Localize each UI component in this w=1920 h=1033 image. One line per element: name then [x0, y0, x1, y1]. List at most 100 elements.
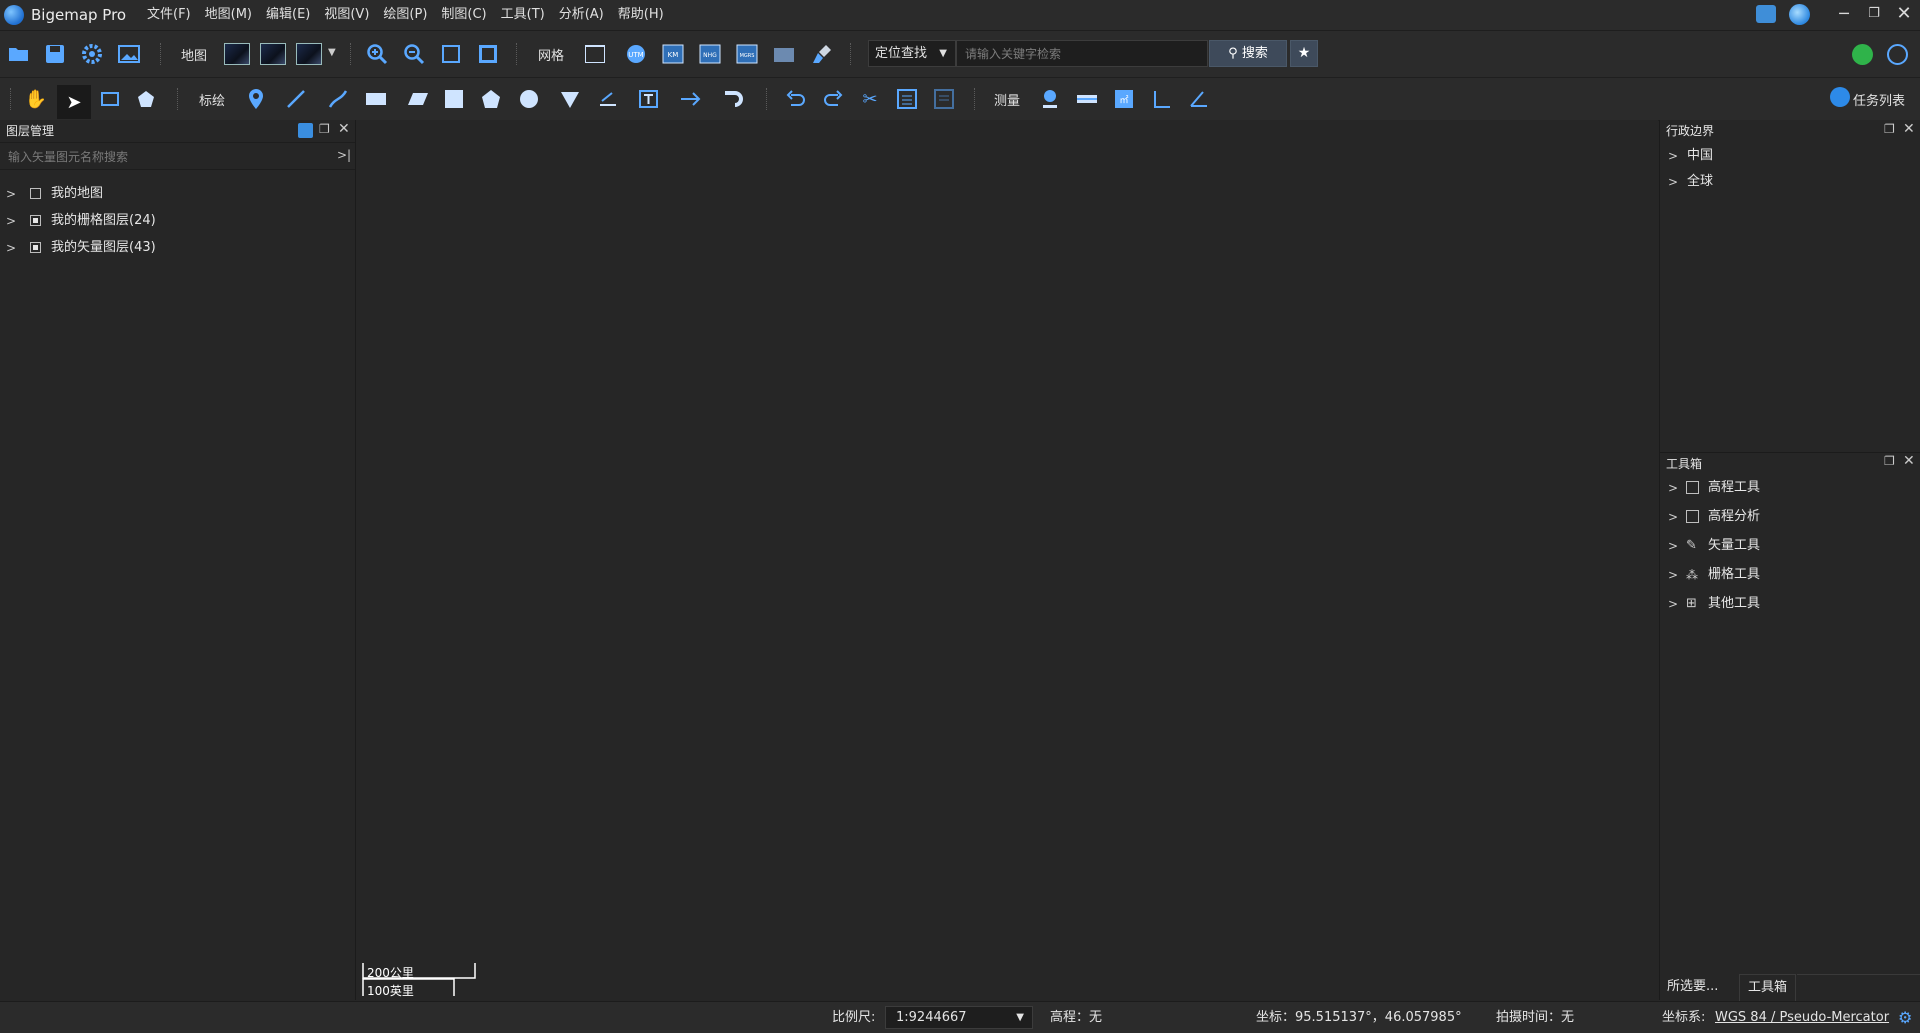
- zoom-extent-icon[interactable]: [437, 40, 465, 68]
- zoom-in-icon[interactable]: [363, 40, 391, 68]
- menu-tools[interactable]: 工具(T): [494, 0, 552, 30]
- curve-icon[interactable]: [324, 85, 352, 113]
- utm-grid-icon[interactable]: UTM: [622, 40, 650, 68]
- chevron-right-icon[interactable]: >: [1668, 592, 1678, 616]
- chevron-right-icon[interactable]: >: [1668, 534, 1678, 558]
- redo-icon[interactable]: [819, 85, 847, 113]
- float-panel-icon[interactable]: ❐: [1884, 454, 1895, 468]
- float-panel-icon[interactable]: ❐: [1884, 122, 1895, 136]
- settings-gear-icon[interactable]: [78, 40, 106, 68]
- search-button[interactable]: ⚲ 搜索: [1209, 40, 1287, 67]
- fullscreen-icon[interactable]: [474, 40, 502, 68]
- undo-icon[interactable]: [782, 85, 810, 113]
- attribute-table-icon[interactable]: [893, 85, 921, 113]
- sector-icon[interactable]: [556, 85, 584, 113]
- chevron-right-icon[interactable]: >: [1668, 144, 1678, 168]
- wechat-icon[interactable]: [1852, 44, 1873, 65]
- select-arrow-icon[interactable]: ➤: [57, 85, 91, 119]
- chevron-right-icon[interactable]: >: [1668, 563, 1678, 587]
- chevron-right-icon[interactable]: >: [1668, 170, 1678, 194]
- support-icon[interactable]: [1887, 44, 1908, 65]
- pentagon-icon[interactable]: [477, 85, 505, 113]
- menu-map[interactable]: 地图(M): [198, 0, 259, 30]
- curved-arrow-icon[interactable]: [719, 85, 747, 113]
- layer-search-input[interactable]: [6, 147, 330, 167]
- task-list-button[interactable]: 任务列表: [1853, 90, 1905, 109]
- zoom-out-icon[interactable]: [400, 40, 428, 68]
- nhg-grid-icon[interactable]: NHG: [696, 40, 724, 68]
- menu-draw[interactable]: 绘图(P): [376, 0, 434, 30]
- text-underline-icon[interactable]: [594, 85, 622, 113]
- circle-icon[interactable]: [515, 85, 543, 113]
- chevron-right-icon[interactable]: >: [6, 183, 16, 205]
- close-panel-icon[interactable]: ✕: [1903, 121, 1915, 137]
- save-icon[interactable]: [41, 40, 69, 68]
- map-canvas[interactable]: [356, 120, 1658, 1000]
- line-icon[interactable]: [282, 85, 310, 113]
- layer-panel: 图层管理 ❐ ✕ >| > 我的地图 > 我的栅格图层(24) > 我的矢量图层…: [0, 120, 356, 1000]
- square-icon[interactable]: [440, 85, 468, 113]
- tab-selection[interactable]: 所选要...: [1659, 974, 1726, 1000]
- close-panel-icon[interactable]: ✕: [1903, 453, 1915, 469]
- grid-toggle-icon[interactable]: [581, 40, 609, 68]
- scale-select[interactable]: 1:9244667 ▼: [885, 1006, 1033, 1029]
- select-rect-icon[interactable]: [96, 85, 124, 113]
- rectangle-icon[interactable]: [362, 85, 390, 113]
- measure-point-icon[interactable]: [1036, 85, 1064, 113]
- menu-cartography[interactable]: 制图(C): [434, 0, 493, 30]
- chevron-down-icon[interactable]: ▼: [328, 47, 336, 58]
- layer-checkbox[interactable]: [30, 188, 41, 199]
- search-input[interactable]: [956, 40, 1208, 67]
- crs-settings-icon[interactable]: ⚙: [1898, 1008, 1912, 1027]
- tab-toolbox[interactable]: 工具箱: [1739, 974, 1797, 1001]
- menu-view[interactable]: 视图(V): [317, 0, 376, 30]
- measure-angle-icon[interactable]: [1148, 85, 1176, 113]
- pan-hand-icon[interactable]: ✋: [22, 85, 50, 113]
- chevron-right-icon[interactable]: >: [6, 237, 16, 259]
- image-icon[interactable]: [115, 40, 143, 68]
- message-icon[interactable]: [1756, 5, 1776, 23]
- scissors-icon[interactable]: ✂: [856, 85, 884, 113]
- menu-edit[interactable]: 编辑(E): [259, 0, 317, 30]
- basemap-terrain-icon[interactable]: [259, 40, 287, 68]
- chevron-right-icon[interactable]: >: [1668, 476, 1678, 500]
- arrow-icon[interactable]: [677, 85, 705, 113]
- chevron-right-icon[interactable]: >: [1668, 505, 1678, 529]
- marker-icon[interactable]: [242, 85, 270, 113]
- folder-grid-icon[interactable]: [770, 40, 798, 68]
- close-panel-icon[interactable]: ✕: [338, 121, 350, 137]
- mgrs-grid-icon[interactable]: MGRS: [733, 40, 761, 68]
- clear-brush-icon[interactable]: [808, 40, 836, 68]
- task-list-icon[interactable]: [1830, 87, 1850, 107]
- layer-checkbox[interactable]: [30, 215, 41, 226]
- collapse-icon[interactable]: >|: [337, 148, 351, 162]
- right-panel: 行政边界 ❐ ✕ > 中国 > 全球 工具箱 ❐ ✕ > 高程工具 > 高程分析…: [1659, 120, 1920, 1000]
- favorite-star-icon[interactable]: ★: [1290, 40, 1318, 67]
- close-icon[interactable]: ✕: [1886, 0, 1920, 30]
- account-icon[interactable]: [1789, 4, 1810, 25]
- select-polygon-icon[interactable]: [132, 85, 160, 113]
- scale-metric-label: 200公里: [367, 966, 414, 980]
- parallelogram-icon[interactable]: [404, 85, 432, 113]
- km-grid-icon[interactable]: KM: [659, 40, 687, 68]
- search-type-select[interactable]: 定位查找 ▼: [868, 40, 956, 67]
- measure-azimuth-icon[interactable]: [1185, 85, 1213, 113]
- layer-checkbox[interactable]: [30, 242, 41, 253]
- search-icon[interactable]: [298, 123, 313, 138]
- measure-area-icon[interactable]: ㎡: [1110, 85, 1138, 113]
- menu-file[interactable]: 文件(F): [140, 0, 198, 30]
- chevron-right-icon[interactable]: >: [6, 210, 16, 232]
- separator: [350, 43, 352, 65]
- measure-label: 测量: [994, 94, 1021, 109]
- elevation-analysis-icon: [1686, 510, 1699, 523]
- basemap-more-icon[interactable]: [295, 40, 323, 68]
- measure-distance-icon[interactable]: [1073, 85, 1101, 113]
- basemap-satellite-icon[interactable]: [223, 40, 251, 68]
- open-folder-icon[interactable]: [5, 40, 33, 68]
- menu-analysis[interactable]: 分析(A): [552, 0, 611, 30]
- crs-link[interactable]: WGS 84 / Pseudo-Mercator: [1715, 1002, 1889, 1033]
- float-panel-icon[interactable]: ❐: [319, 122, 330, 136]
- menu-help[interactable]: 帮助(H): [611, 0, 671, 30]
- attribute-table-disabled-icon[interactable]: [930, 85, 958, 113]
- text-box-icon[interactable]: [635, 85, 663, 113]
